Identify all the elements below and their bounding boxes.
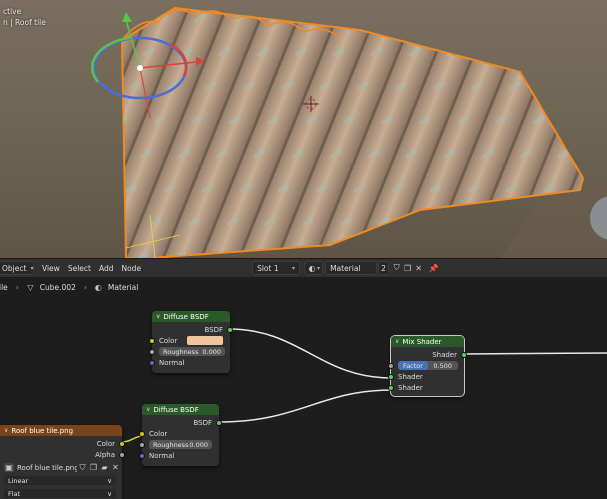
normal-input-row: Normal [139, 450, 219, 461]
mesh-icon: ▽ [27, 283, 34, 292]
slot-label: Slot 1 [257, 263, 279, 273]
user-count-badge[interactable]: 2 [378, 261, 390, 275]
roughness-input-socket[interactable] [139, 441, 145, 448]
roughness-field[interactable]: Roughness 0.000 [159, 347, 225, 356]
output-socket-row: BSDF [142, 417, 222, 428]
roughness-input-row: Roughness 0.000 [149, 346, 230, 357]
interpolation-dropdown[interactable]: Linear ∨ [4, 476, 116, 485]
projection-dropdown[interactable]: Flat ∨ [4, 489, 116, 498]
normal-input-socket[interactable] [149, 359, 155, 366]
object-mode-label: Object [2, 263, 27, 273]
interpolation-row: Linear ∨ [0, 475, 122, 486]
bsdf-output-socket[interactable] [227, 326, 233, 333]
mix-shader-node[interactable]: ∨ Mix Shader Shader Factor 0.500 Shader … [388, 336, 467, 396]
chevron-down-icon[interactable]: ∨ [4, 427, 8, 434]
output-socket-row: BSDF [152, 324, 233, 335]
breadcrumb-object: Cube.002 [39, 283, 76, 292]
color-input-row: Color [139, 428, 219, 439]
chevron-down-icon[interactable]: ∨ [146, 406, 150, 413]
breadcrumb-separator-icon: › [83, 283, 87, 292]
color-input-row: Color [149, 335, 230, 346]
node-header[interactable]: ∨ Roof blue tile.png [0, 425, 122, 436]
alpha-output-row: Alpha [0, 449, 125, 460]
breadcrumb-file: ile [0, 283, 8, 292]
color-input-socket[interactable] [149, 337, 155, 344]
unlink-image-icon[interactable]: ✕ [110, 462, 121, 473]
roughness-input-row: Roughness 0.000 [139, 439, 219, 450]
alpha-output-socket[interactable] [119, 451, 125, 458]
menu-view[interactable]: View [42, 264, 60, 273]
roughness-input-socket[interactable] [149, 348, 155, 355]
output-socket-row: Shader [391, 349, 467, 360]
fake-user-shield-icon[interactable]: ⛉ [391, 263, 402, 274]
material-name: Material [330, 263, 361, 273]
image-selector-row: ▣ Roof blue tile.png ⛉ ❐ ▰ ✕ [0, 462, 122, 473]
color-output-socket[interactable] [119, 440, 125, 447]
node-header[interactable]: ∨ Mix Shader [391, 336, 464, 347]
chevron-down-icon: ▾ [317, 264, 321, 272]
viewport-object-label: n | Roof tile [3, 18, 46, 27]
breadcrumb: ile › ▽ Cube.002 › ◐ Material [0, 277, 607, 298]
object-mode-dropdown[interactable]: Object ▾ [0, 261, 34, 275]
unlink-material-icon[interactable]: ✕ [413, 263, 424, 274]
chevron-down-icon[interactable]: ∨ [156, 313, 160, 320]
shader-input-socket-1[interactable] [388, 373, 394, 380]
factor-slider[interactable]: Factor 0.500 [398, 361, 458, 370]
material-name-field[interactable]: Material [325, 261, 378, 275]
node-header[interactable]: ∨ Diffuse BSDF [142, 404, 219, 415]
normal-input-row: Normal [149, 357, 230, 368]
3d-viewport[interactable]: ctive n | Roof tile [0, 0, 607, 258]
viewport-mode-label: ctive [3, 7, 22, 16]
normal-input-socket[interactable] [139, 452, 145, 459]
menu-add[interactable]: Add [99, 264, 114, 273]
menu-select[interactable]: Select [68, 264, 91, 273]
factor-input-row: Factor 0.500 [388, 360, 464, 371]
shader-output-socket[interactable] [461, 351, 467, 358]
image-browse-icon[interactable]: ▣ [4, 463, 14, 472]
material-sphere-icon: ◐ [308, 263, 316, 273]
image-name-field[interactable]: Roof blue tile.png [17, 464, 77, 472]
color-output-row: Color [0, 438, 125, 449]
diffuse-bsdf-node-2[interactable]: ∨ Diffuse BSDF BSDF Color Roughness 0.00… [139, 404, 222, 466]
factor-input-socket[interactable] [388, 362, 394, 369]
diffuse-bsdf-node-1[interactable]: ∨ Diffuse BSDF BSDF Color Roughness 0.00… [149, 311, 233, 373]
breadcrumb-material: Material [107, 283, 139, 292]
chevron-down-icon: ▾ [30, 264, 34, 272]
duplicate-material-icon[interactable]: ❐ [402, 263, 413, 274]
color-swatch[interactable] [187, 336, 223, 345]
open-folder-icon[interactable]: ▰ [99, 462, 110, 473]
shader-input-socket-2[interactable] [388, 384, 394, 391]
menu-node[interactable]: Node [121, 264, 141, 273]
projection-row: Flat ∨ [0, 488, 122, 499]
node-canvas[interactable]: ∨ Diffuse BSDF BSDF Color Roughness 0.00… [0, 298, 607, 499]
roughness-field[interactable]: Roughness 0.000 [149, 440, 212, 449]
image-texture-node[interactable]: ∨ Roof blue tile.png Color Alpha ▣ Roof … [0, 425, 125, 499]
chevron-down-icon[interactable]: ∨ [395, 338, 399, 345]
pin-icon[interactable]: 📌 [428, 263, 439, 274]
node-header[interactable]: ∨ Diffuse BSDF [152, 311, 230, 322]
material-sphere-icon: ◐ [94, 283, 102, 292]
chevron-down-icon: ∨ [107, 489, 112, 498]
chevron-down-icon: ▾ [292, 264, 296, 272]
fake-user-shield-icon[interactable]: ⛉ [77, 462, 88, 473]
duplicate-image-icon[interactable]: ❐ [88, 462, 99, 473]
node-editor-header: Object ▾ View Select Add Node Slot 1 ▾ ◐… [0, 258, 607, 277]
viewport-scene [91, 6, 607, 258]
bsdf-output-socket[interactable] [216, 419, 222, 426]
material-browse-button[interactable]: ◐ ▾ [304, 261, 324, 275]
shader-input-row-1: Shader [388, 371, 464, 382]
color-input-socket[interactable] [139, 430, 145, 437]
shader-input-row-2: Shader [388, 382, 464, 393]
chevron-down-icon: ∨ [107, 476, 112, 485]
breadcrumb-separator-icon: › [15, 283, 19, 292]
slot-dropdown[interactable]: Slot 1 ▾ [252, 261, 301, 275]
